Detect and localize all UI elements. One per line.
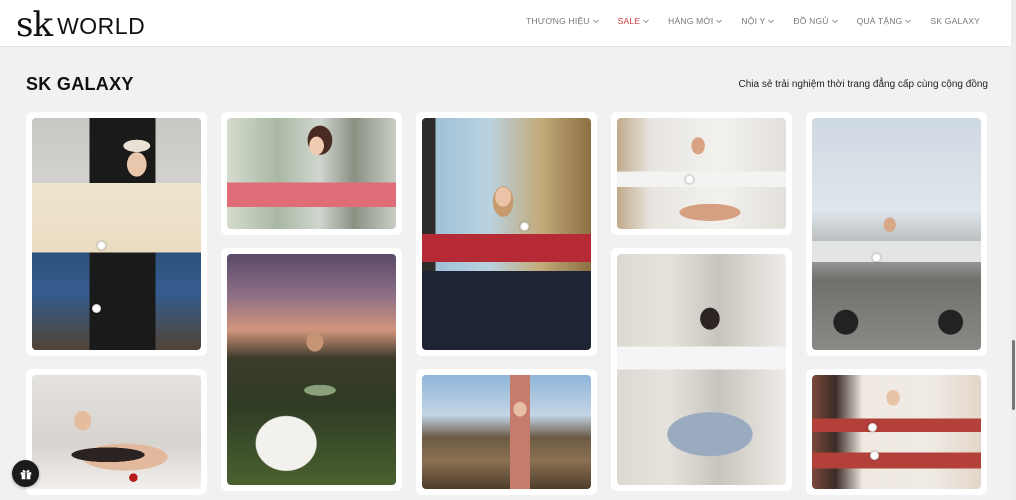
chevron-down-icon [904, 17, 912, 25]
gallery-photo[interactable] [32, 375, 201, 489]
gallery-card[interactable] [26, 369, 207, 495]
nav-item-sale[interactable]: SALE [618, 16, 651, 26]
nav-label: THƯƠNG HIỆU [526, 16, 590, 26]
product-hotspot[interactable] [872, 253, 881, 262]
nav-item-thuong-hieu[interactable]: THƯƠNG HIỆU [526, 16, 600, 26]
chevron-down-icon [642, 17, 650, 25]
chevron-down-icon [831, 17, 839, 25]
gallery-photo[interactable] [617, 254, 786, 485]
nav-label: SALE [617, 16, 641, 26]
nav-label: NỘI Y [741, 16, 766, 26]
section-title: SK GALAXY [26, 74, 134, 94]
nav-label: SK GALAXY [930, 16, 980, 26]
gallery-photo[interactable] [812, 375, 981, 489]
logo-wordmark: WORLD [57, 13, 146, 39]
gallery-photo[interactable] [617, 118, 786, 229]
product-hotspot[interactable] [97, 241, 106, 250]
product-hotspot[interactable] [870, 451, 879, 460]
nav-label: HÀNG MỚI [668, 16, 714, 26]
gallery-card[interactable] [221, 112, 402, 235]
gallery-card[interactable] [416, 112, 597, 356]
nav-item-do-ngu[interactable]: ĐỒ NGỦ [793, 16, 838, 26]
nav-item-hang-moi[interactable]: HÀNG MỚI [668, 16, 723, 26]
gallery-card[interactable] [806, 112, 987, 356]
page-scrollbar[interactable] [1011, 0, 1016, 500]
section-subtitle: Chia sẻ trải nghiệm thời trang đẳng cấp … [738, 79, 989, 90]
product-hotspot[interactable] [685, 175, 694, 184]
chevron-down-icon [592, 17, 600, 25]
main-nav: THƯƠNG HIỆU SALE HÀNG MỚI NỘI Y ĐỒ NGỦ Q… [508, 16, 980, 26]
chevron-down-icon [767, 17, 775, 25]
nav-label: QUÀ TẶNG [856, 16, 903, 26]
scrollbar-thumb[interactable] [1012, 340, 1015, 410]
logo-mark: sk [16, 5, 53, 45]
nav-item-sk-galaxy[interactable]: SK GALAXY [930, 16, 980, 26]
gallery-card[interactable] [26, 112, 207, 356]
gallery-card[interactable] [806, 369, 987, 495]
gallery-photo[interactable] [422, 375, 591, 489]
site-header: sk WORLD THƯƠNG HIỆU SALE HÀNG MỚI NỘI Y… [0, 0, 1016, 47]
product-hotspot[interactable] [868, 423, 877, 432]
nav-label: ĐỒ NGỦ [793, 16, 829, 26]
gallery-card[interactable] [611, 112, 792, 235]
gallery-photo[interactable] [422, 118, 591, 350]
gallery-photo[interactable] [227, 254, 396, 485]
nav-item-noi-y[interactable]: NỘI Y [741, 16, 775, 26]
gallery-card[interactable] [416, 369, 597, 495]
gift-icon [19, 467, 33, 481]
gift-button[interactable] [12, 460, 39, 487]
sk-world-logo[interactable]: sk WORLD [16, 6, 145, 42]
gallery-card[interactable] [221, 248, 402, 491]
product-hotspot[interactable] [92, 304, 101, 313]
nav-item-qua-tang[interactable]: QUÀ TẶNG [857, 16, 913, 26]
gallery-photo[interactable] [32, 118, 201, 350]
gallery-photo[interactable] [812, 118, 981, 350]
gallery-card[interactable] [611, 248, 792, 491]
chevron-down-icon [715, 17, 723, 25]
gallery-photo[interactable] [227, 118, 396, 229]
product-hotspot[interactable] [520, 222, 529, 231]
